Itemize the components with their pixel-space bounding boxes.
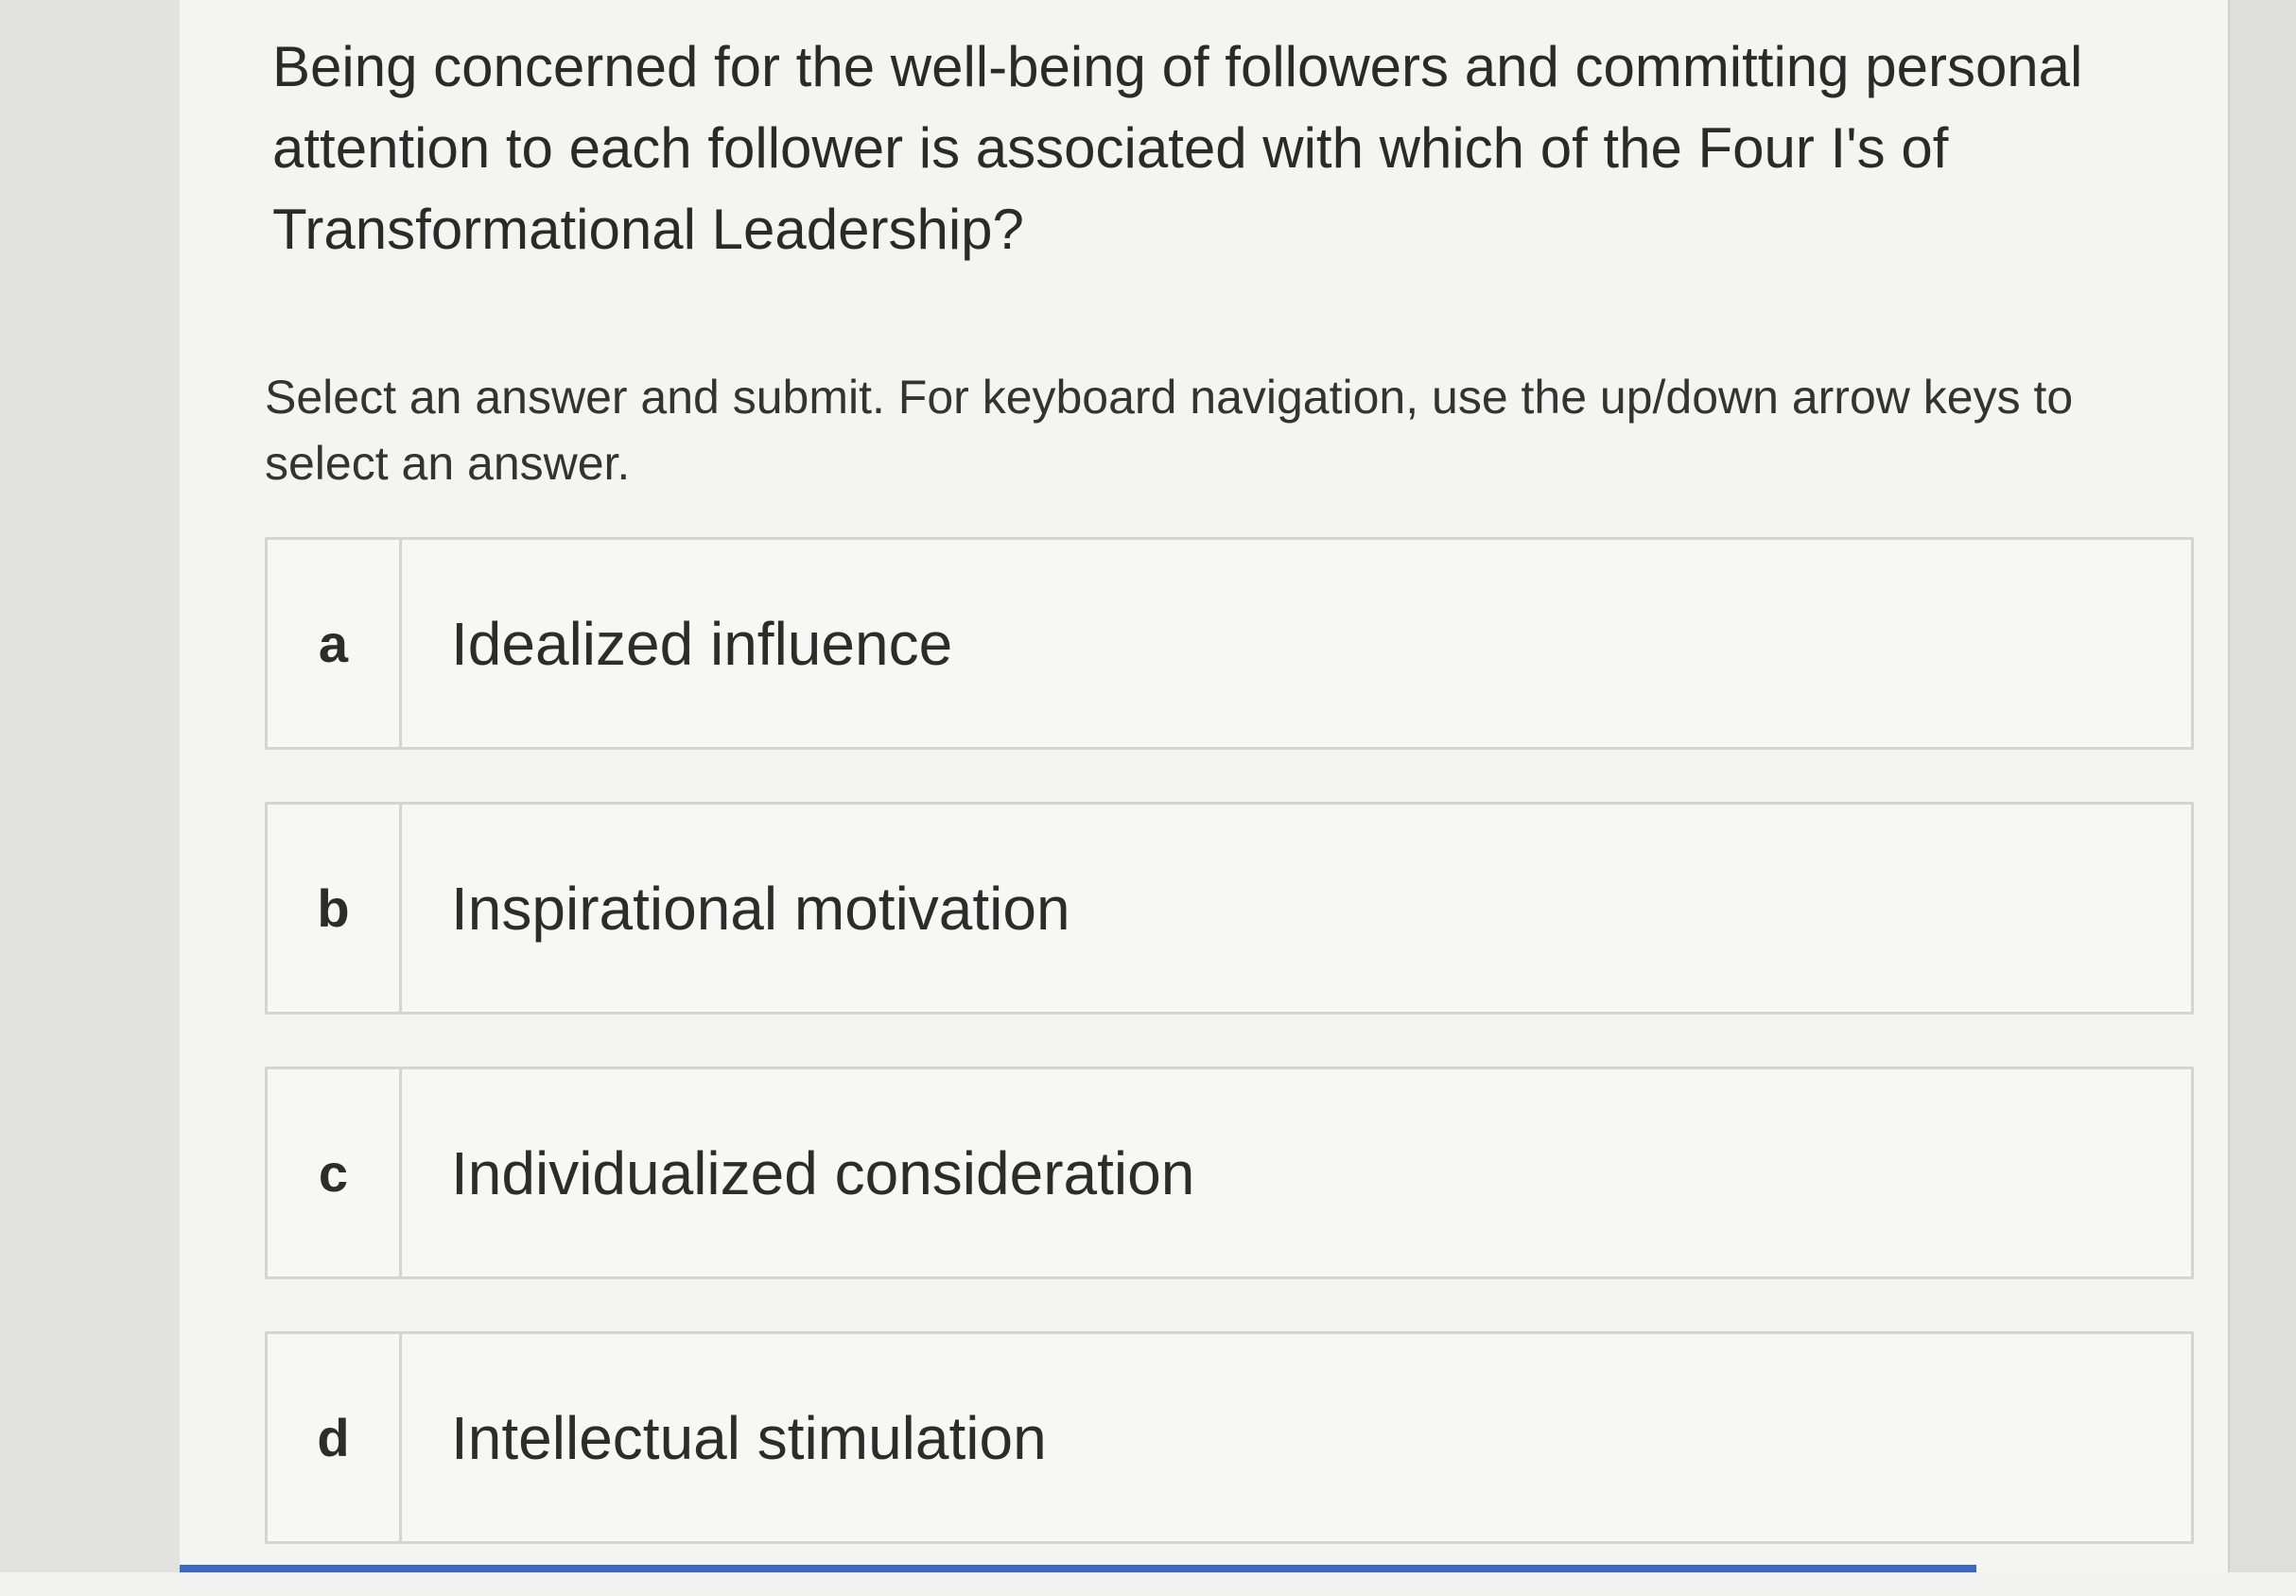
left-background (0, 0, 180, 1572)
answer-letter-a: a (268, 540, 402, 747)
right-panel-edge (2228, 0, 2296, 1572)
bottom-accent-bar (180, 1565, 1976, 1572)
answer-option-b[interactable]: b Inspirational motivation (265, 802, 2194, 1015)
question-panel: Being concerned for the well-being of fo… (180, 0, 2230, 1572)
answer-instructions: Select an answer and submit. For keyboar… (265, 371, 2074, 490)
answer-option-a[interactable]: a Idealized influence (265, 537, 2194, 750)
answer-label-a: Idealized influence (451, 609, 953, 678)
answer-option-d[interactable]: d Intellectual stimulation (265, 1331, 2194, 1544)
question-text: Being concerned for the well-being of fo… (272, 35, 2083, 261)
answer-letter-b: b (268, 805, 402, 1012)
answer-label-c: Individualized consideration (451, 1138, 1195, 1207)
answer-option-c[interactable]: c Individualized consideration (265, 1067, 2194, 1279)
answer-letter-d: d (268, 1334, 402, 1541)
answer-label-d: Intellectual stimulation (451, 1403, 1047, 1472)
answer-label-b: Inspirational motivation (451, 874, 1070, 943)
answer-letter-c: c (268, 1069, 402, 1276)
answer-options: a Idealized influence b Inspirational mo… (265, 537, 2194, 1596)
